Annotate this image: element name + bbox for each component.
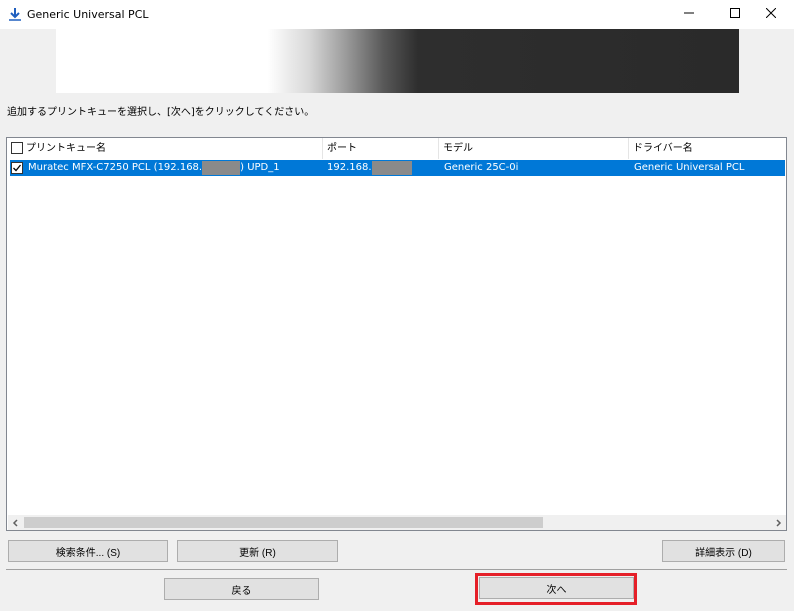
close-icon	[765, 7, 777, 21]
queue-name-prefix: Muratec MFX-C7250 PCL (192.168.	[28, 162, 203, 173]
table-row[interactable]: Muratec MFX-C7250 PCL (192.168. ) UPD_1 1…	[10, 160, 785, 176]
column-header-port[interactable]: ポート	[323, 138, 439, 159]
back-button[interactable]: 戻る	[164, 578, 319, 600]
print-queue-list[interactable]: プリントキュー名 ポート モデル ドライバー名 Muratec MFX-C725…	[6, 137, 787, 531]
select-all-checkbox[interactable]	[11, 142, 23, 154]
header-banner	[56, 29, 739, 93]
port-prefix: 192.168.	[327, 162, 372, 173]
download-arrow-icon	[8, 7, 22, 21]
list-header: プリントキュー名 ポート モデル ドライバー名	[7, 138, 786, 159]
redacted-block	[371, 161, 412, 175]
column-header-label: プリントキュー名	[26, 143, 106, 154]
queue-name-cell: Muratec MFX-C7250 PCL (192.168. ) UPD_1	[28, 160, 280, 176]
redacted-block	[202, 161, 241, 175]
row-checkbox[interactable]	[11, 162, 23, 174]
scrollbar-thumb[interactable]	[24, 517, 543, 528]
scroll-right-icon[interactable]	[771, 515, 786, 530]
title-bar: Generic Universal PCL	[0, 0, 794, 29]
minimize-button[interactable]	[666, 0, 712, 29]
queue-name-suffix: ) UPD_1	[240, 162, 280, 173]
maximize-icon	[730, 8, 740, 21]
horizontal-scrollbar[interactable]	[8, 515, 786, 530]
search-conditions-button[interactable]: 検索条件... (S)	[8, 540, 168, 562]
close-button[interactable]	[748, 0, 794, 29]
window-title: Generic Universal PCL	[27, 8, 149, 21]
driver-cell: Generic Universal PCL	[634, 162, 745, 173]
column-header-model[interactable]: モデル	[439, 138, 629, 159]
refresh-button[interactable]: 更新 (R)	[177, 540, 338, 562]
column-header-driver[interactable]: ドライバー名	[629, 138, 786, 159]
minimize-icon	[684, 8, 694, 21]
divider	[6, 569, 787, 570]
model-cell: Generic 25C-0i	[444, 162, 519, 173]
next-button[interactable]: 次へ	[479, 577, 634, 599]
instruction-text: 追加するプリントキューを選択し、[次へ]をクリックしてください。	[7, 107, 315, 118]
column-header-queue-name[interactable]: プリントキュー名	[7, 138, 323, 159]
port-cell: 192.168.	[327, 160, 412, 176]
scroll-left-icon[interactable]	[8, 515, 23, 530]
show-details-button[interactable]: 詳細表示 (D)	[662, 540, 785, 562]
